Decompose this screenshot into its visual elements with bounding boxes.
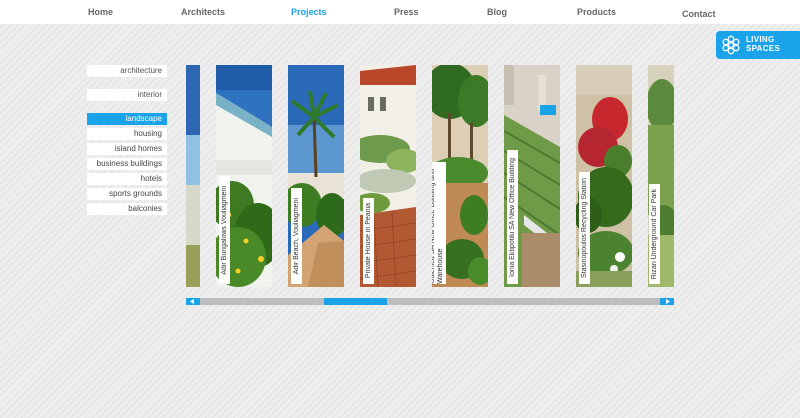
- logo-text: LIVING SPACES: [746, 35, 780, 53]
- project-label-7: Rizari Underground Car Park: [649, 184, 660, 284]
- project-label-6: Stasinopoulos Recycling Station: [579, 172, 590, 284]
- project-label-4: Galenica SA New Office Building and Ware…: [432, 162, 446, 284]
- project-strip-4[interactable]: Galenica SA New Office Building and Ware…: [432, 65, 488, 287]
- project-strip-5[interactable]: Ionia Ektipotiki SA New Office Building: [504, 65, 560, 287]
- category-interior[interactable]: interior: [87, 89, 167, 101]
- subcategory-sports-grounds[interactable]: sports grounds: [87, 188, 167, 200]
- project-label-2: Adir Beach, Vouliagmeni: [291, 188, 302, 284]
- project-strip-1[interactable]: Adir Bungalows Vouliagmeni: [216, 65, 272, 287]
- nav-contact[interactable]: Contact: [682, 9, 716, 19]
- subcategory-island-homes[interactable]: island homes: [87, 143, 167, 155]
- project-strip-partial[interactable]: [186, 65, 200, 287]
- subcategory-hotels[interactable]: hotels: [87, 173, 167, 185]
- project-label-1: Adir Bungalows Vouliagmeni: [219, 176, 230, 284]
- nav-products[interactable]: Products: [577, 7, 616, 17]
- living-spaces-logo[interactable]: LIVING SPACES: [716, 31, 800, 59]
- gallery-scrollbar[interactable]: [186, 298, 674, 305]
- scroll-left-button[interactable]: [186, 298, 200, 305]
- logo-line-1: LIVING: [746, 35, 775, 44]
- project-strip-3[interactable]: Private House in Peania: [360, 65, 416, 287]
- project-label-3: Private House in Peania: [363, 198, 374, 284]
- arrow-left-icon: [190, 299, 194, 304]
- scroll-thumb[interactable]: [324, 298, 387, 305]
- top-navigation: Home Architects Projects Press Blog Prod…: [0, 0, 800, 24]
- subcategory-business-buildings[interactable]: business buildings: [87, 158, 167, 170]
- arrow-right-icon: [666, 299, 670, 304]
- flower-logo-icon: [720, 34, 742, 56]
- category-architecture[interactable]: architecture: [87, 65, 167, 77]
- nav-blog[interactable]: Blog: [487, 7, 507, 17]
- scroll-right-button[interactable]: [660, 298, 674, 305]
- subcategory-housing[interactable]: housing: [87, 128, 167, 140]
- project-label-5: Ionia Ektipotiki SA New Office Building: [507, 150, 518, 284]
- nav-home[interactable]: Home: [88, 7, 113, 17]
- subcategory-balconies[interactable]: balconies: [87, 203, 167, 215]
- project-gallery: Adir Bungalows Vouliagmeni Adir Beach, V…: [186, 65, 674, 287]
- nav-projects[interactable]: Projects: [291, 7, 327, 17]
- project-strip-2[interactable]: Adir Beach, Vouliagmeni: [288, 65, 344, 287]
- logo-line-2: SPACES: [746, 44, 781, 53]
- nav-architects[interactable]: Architects: [181, 7, 225, 17]
- project-strip-7[interactable]: Rizari Underground Car Park: [648, 65, 674, 287]
- project-strip-6[interactable]: Stasinopoulos Recycling Station: [576, 65, 632, 287]
- nav-press[interactable]: Press: [394, 7, 419, 17]
- subcategory-landscape[interactable]: landscape: [87, 113, 167, 125]
